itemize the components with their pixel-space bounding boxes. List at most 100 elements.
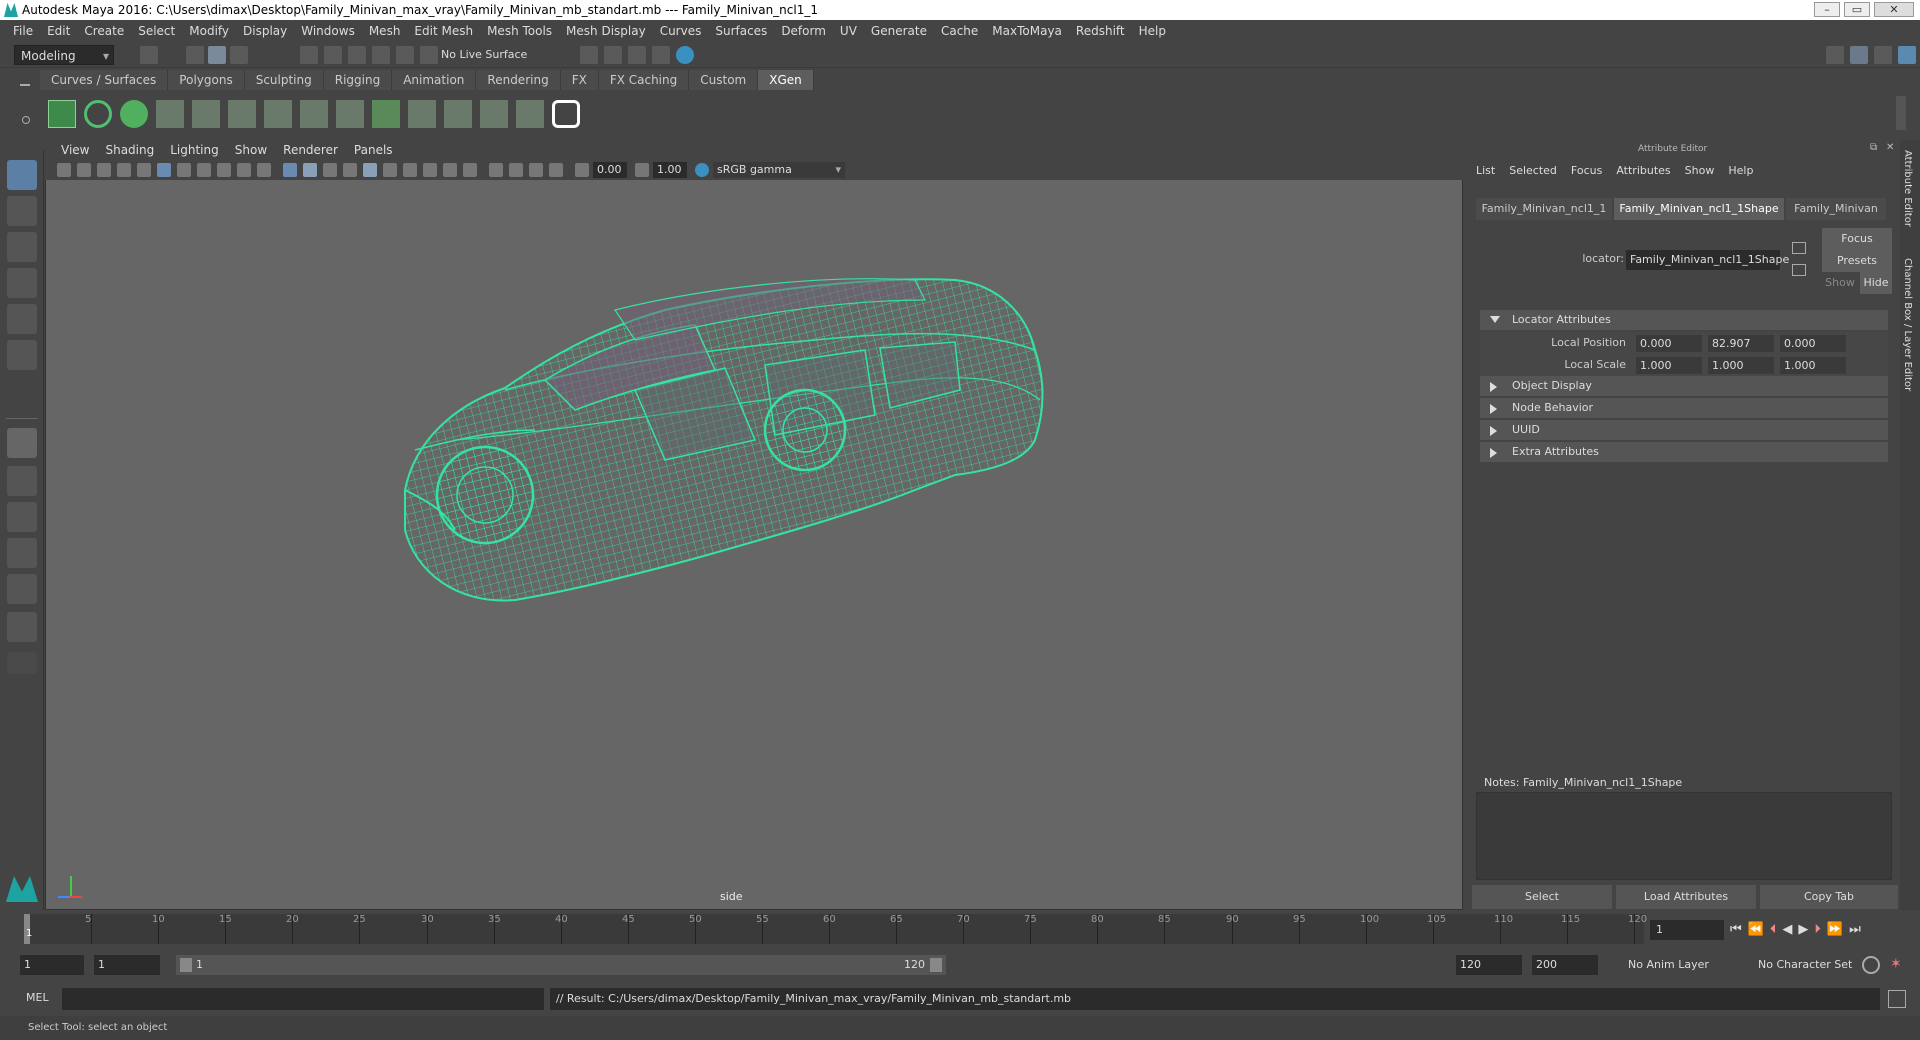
ae-menu-help[interactable]: Help — [1728, 164, 1753, 177]
range-start-handle[interactable] — [180, 958, 192, 972]
xgen-create-description-icon[interactable] — [120, 100, 148, 128]
time-slider-track[interactable]: 1 5 10 15 20 25 30 35 40 45 50 55 60 65 70 75 80 85 90 95 1… — [24, 914, 1647, 944]
step-forward-frame-icon[interactable]: ⏵ — [1814, 922, 1821, 937]
menu-generate[interactable]: Generate — [864, 24, 934, 38]
animation-start-field[interactable]: 1 — [20, 955, 84, 975]
range-slider[interactable]: 1 120 — [176, 955, 946, 975]
select-hierarchy-icon[interactable] — [186, 46, 204, 64]
channel-box-icon[interactable] — [1898, 46, 1916, 64]
more-layouts-icon[interactable] — [7, 652, 37, 674]
use-lights-icon[interactable] — [363, 163, 377, 177]
local-position-y-field[interactable]: 82.907 — [1708, 335, 1774, 352]
xgen-add-guide-icon[interactable] — [228, 100, 256, 128]
snap-grid-icon[interactable] — [300, 46, 318, 64]
resolution-gate-icon[interactable] — [197, 163, 211, 177]
xgen-place-guide-icon[interactable] — [192, 100, 220, 128]
snap-curve-icon[interactable] — [324, 46, 342, 64]
snap-point-icon[interactable] — [348, 46, 366, 64]
viewport-menu-panels[interactable]: Panels — [346, 143, 401, 157]
ae-tab-group[interactable]: Family_Minivan — [1786, 198, 1886, 220]
menu-edit[interactable]: Edit — [40, 24, 77, 38]
command-input[interactable] — [62, 988, 544, 1010]
minimize-button[interactable]: – — [1814, 2, 1840, 17]
playback-end-field[interactable]: 120 — [1456, 955, 1522, 975]
modeling-toolkit-icon[interactable] — [1826, 46, 1844, 64]
menu-mesh[interactable]: Mesh — [362, 24, 408, 38]
scale-tool-icon[interactable] — [7, 340, 37, 370]
attribute-editor-toggle-icon[interactable] — [1850, 46, 1868, 64]
xgen-lock-guide-icon[interactable] — [300, 100, 328, 128]
motion-blur-icon[interactable] — [423, 163, 437, 177]
shelf-tab-curves-surfaces[interactable]: Curves / Surfaces — [40, 70, 169, 90]
xgen-rebuild-icon[interactable] — [408, 100, 436, 128]
persp-graph-layout-icon[interactable] — [7, 538, 37, 568]
bookmark-icon[interactable] — [97, 163, 111, 177]
shelf-tab-rigging[interactable]: Rigging — [323, 70, 393, 90]
side-tab-channel-box[interactable]: Channel Box / Layer Editor — [1902, 258, 1913, 391]
animation-end-field[interactable]: 200 — [1532, 955, 1598, 975]
textured-icon[interactable] — [343, 163, 357, 177]
xgen-preview-icon[interactable] — [84, 100, 112, 128]
ae-menu-show[interactable]: Show — [1685, 164, 1715, 177]
close-panel-icon[interactable]: ✕ — [1886, 142, 1894, 153]
menu-mesh-tools[interactable]: Mesh Tools — [480, 24, 559, 38]
viewport-menu-view[interactable]: View — [53, 143, 97, 157]
notes-textarea[interactable] — [1476, 792, 1892, 880]
menu-display[interactable]: Display — [236, 24, 294, 38]
xray-active-icon[interactable] — [529, 163, 543, 177]
menu-surfaces[interactable]: Surfaces — [708, 24, 774, 38]
ambient-occlusion-icon[interactable] — [403, 163, 417, 177]
menu-select[interactable]: Select — [131, 24, 182, 38]
uuid-frame[interactable]: UUID — [1480, 420, 1888, 440]
shelf-tab-xgen[interactable]: XGen — [758, 70, 814, 90]
camera-select-icon[interactable] — [57, 163, 71, 177]
anim-layer-dropdown[interactable]: No Anim Layer — [1606, 955, 1736, 975]
field-chart-icon[interactable] — [237, 163, 251, 177]
ae-select-button[interactable]: Select — [1472, 885, 1612, 909]
float-panel-icon[interactable]: ⧉ — [1870, 142, 1877, 153]
rotate-tool-icon[interactable] — [7, 304, 37, 334]
ae-menu-selected[interactable]: Selected — [1509, 164, 1557, 177]
select-object-icon[interactable] — [208, 46, 226, 64]
four-view-layout-icon[interactable] — [7, 466, 37, 496]
single-perspective-layout-icon[interactable] — [7, 428, 37, 458]
gamma-icon[interactable] — [635, 163, 649, 177]
snap-view-icon[interactable] — [372, 46, 390, 64]
extra-attributes-frame[interactable]: Extra Attributes — [1480, 442, 1888, 462]
viewport-menu-shading[interactable]: Shading — [97, 143, 162, 157]
local-position-z-field[interactable]: 0.000 — [1780, 335, 1846, 352]
gate-mask-icon[interactable] — [217, 163, 231, 177]
menu-uv[interactable]: UV — [833, 24, 864, 38]
film-gate-icon[interactable] — [177, 163, 191, 177]
isolate-select-icon[interactable] — [489, 163, 503, 177]
play-forwards-icon[interactable]: ▶ — [1798, 922, 1808, 937]
live-surface-field[interactable]: No Live Surface — [438, 46, 538, 64]
ae-menu-attributes[interactable]: Attributes — [1616, 164, 1670, 177]
persp-outliner-layout-icon[interactable] — [7, 502, 37, 532]
render-view-icon[interactable] — [604, 46, 622, 64]
menu-help[interactable]: Help — [1132, 24, 1173, 38]
hypershade-layout-icon[interactable] — [7, 574, 37, 604]
xgen-editor-icon[interactable] — [48, 100, 76, 128]
menu-curves[interactable]: Curves — [653, 24, 709, 38]
xray-icon[interactable] — [509, 163, 523, 177]
menu-mesh-display[interactable]: Mesh Display — [559, 24, 653, 38]
menu-file[interactable]: File — [6, 24, 40, 38]
ae-tab-transform[interactable]: Family_Minivan_ncl1_1 — [1476, 198, 1612, 220]
show-button[interactable]: Show — [1822, 276, 1858, 289]
wireframe-icon[interactable] — [283, 163, 297, 177]
shelf-tab-fx[interactable]: FX — [560, 70, 599, 90]
xgen-sculpt-guide-icon[interactable] — [264, 100, 292, 128]
step-forward-key-icon[interactable]: ⏩ — [1827, 922, 1843, 937]
safe-action-icon[interactable] — [257, 163, 271, 177]
node-name-field[interactable]: Family_Minivan_ncl1_1Shape — [1626, 250, 1789, 270]
focus-button[interactable]: Focus — [1822, 228, 1892, 250]
depth-of-field-icon[interactable] — [463, 163, 477, 177]
color-management-icon[interactable] — [695, 163, 709, 177]
side-tab-attribute-editor[interactable]: Attribute Editor — [1902, 150, 1913, 227]
lasso-tool-icon[interactable] — [7, 196, 37, 226]
xgen-guide-length-icon[interactable] — [336, 100, 364, 128]
render-frame-icon[interactable] — [580, 46, 598, 64]
paint-select-tool-icon[interactable] — [7, 232, 37, 262]
xgen-cut-icon[interactable] — [516, 100, 544, 128]
